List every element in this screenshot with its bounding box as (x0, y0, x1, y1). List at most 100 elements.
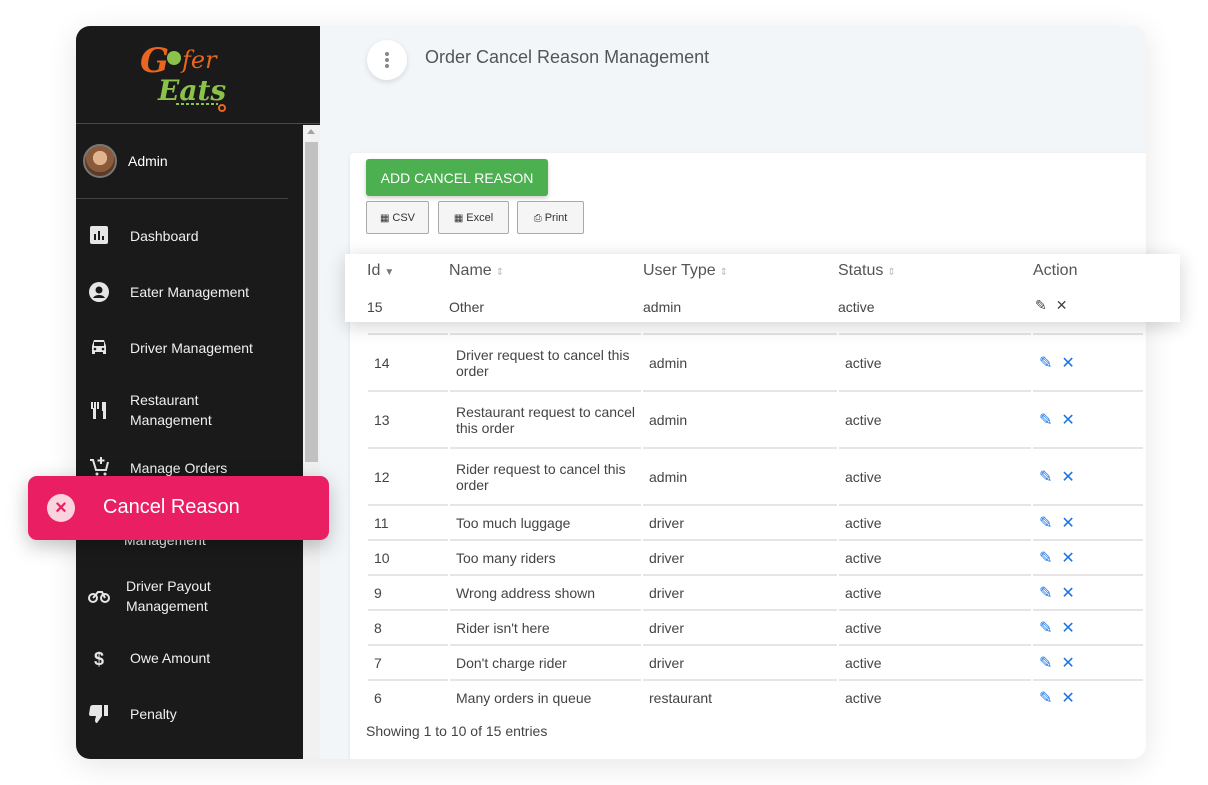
scroll-up-arrow-icon[interactable] (307, 129, 315, 134)
bike-icon (88, 586, 110, 608)
edit-icon[interactable]: ✎ (1039, 688, 1052, 708)
column-header-user-type[interactable]: User Type ⇕ (643, 262, 728, 280)
cell-status: active (839, 333, 1031, 390)
sidebar-item-eater-management[interactable]: Eater Management (76, 282, 303, 306)
cell-status: active (839, 644, 1031, 679)
cell-name: Rider request to cancel this order (450, 447, 641, 504)
edit-icon[interactable]: ✎ (1039, 583, 1052, 603)
sidebar-item-label: Eater Management (130, 284, 250, 300)
user-profile[interactable]: Admin (76, 125, 288, 199)
cell-status: active (839, 504, 1031, 539)
delete-icon[interactable]: ✕ (1061, 690, 1074, 707)
edit-icon[interactable]: ✎ (1039, 467, 1052, 487)
cell-action: ✎ ✕ (1035, 297, 1067, 314)
sidebar-item-label: Penalty (130, 706, 177, 722)
table-row: 11 Too much luggage driver active ✎ ✕ (368, 504, 1143, 539)
bar-chart-icon (88, 226, 110, 248)
sidebar-item-driver-payout-management[interactable]: Driver Payout Management (76, 576, 303, 618)
excel-label: Excel (466, 211, 494, 224)
table-row: 8 Rider isn't here driver active ✎ ✕ (368, 609, 1143, 644)
cell-id: 9 (368, 574, 448, 609)
cell-name: Too much luggage (450, 504, 641, 539)
cell-action: ✎ ✕ (1033, 609, 1143, 644)
sidebar-item-label: Dashboard (130, 228, 199, 244)
edit-icon[interactable]: ✎ (1039, 618, 1052, 638)
cell-action: ✎ ✕ (1033, 644, 1143, 679)
sidebar-item-label: Driver Payout Management (126, 578, 211, 614)
sidebar-item-cancel-reason[interactable]: × Cancel Reason (28, 476, 329, 540)
cell-status: active (839, 539, 1031, 574)
print-button[interactable]: ⎙ Print (517, 201, 584, 234)
app-window: G fer Eats Admin Dashboard Eater Managem… (76, 26, 1146, 759)
delete-icon[interactable]: ✕ (1056, 297, 1068, 313)
add-cancel-reason-button[interactable]: ADD CANCEL REASON (366, 159, 548, 196)
sidebar-item-label: Manage Orders (130, 460, 228, 476)
cell-name: Other (449, 299, 485, 315)
table-row: 12 Rider request to cancel this order ad… (368, 447, 1143, 504)
sidebar-item-dashboard[interactable]: Dashboard (76, 226, 303, 250)
file-excel-icon: ▦ (453, 212, 464, 224)
column-label: Status (838, 262, 884, 279)
dot (385, 64, 389, 68)
delete-icon[interactable]: ✕ (1061, 585, 1074, 602)
gofer-eats-logo-icon: G fer Eats (140, 41, 226, 112)
delete-icon[interactable]: ✕ (1061, 412, 1074, 429)
edit-icon[interactable]: ✎ (1039, 513, 1052, 533)
svg-text:fer: fer (180, 46, 218, 74)
sidebar-item-restaurant-management[interactable]: Restaurant Management (76, 390, 303, 432)
scrollbar-thumb[interactable] (305, 142, 318, 462)
sort-icon: ⇕ (495, 267, 505, 278)
edit-icon[interactable]: ✎ (1039, 410, 1052, 430)
delete-icon[interactable]: ✕ (1061, 355, 1074, 372)
column-header-action: Action (1033, 262, 1078, 279)
column-header-name[interactable]: Name ⇕ (449, 262, 504, 280)
edit-icon[interactable]: ✎ (1039, 353, 1052, 373)
more-menu-button[interactable] (367, 40, 407, 80)
dot (385, 52, 389, 56)
cart-add-icon (88, 456, 110, 478)
cell-action: ✎ ✕ (1033, 679, 1143, 714)
sidebar-item-owe-amount[interactable]: $ Owe Amount (76, 648, 303, 672)
cell-name: Restaurant request to cancel this order (450, 390, 641, 447)
cell-id: 7 (368, 644, 448, 679)
cell-status: active (839, 609, 1031, 644)
export-csv-button[interactable]: ▦ CSV (366, 201, 429, 234)
sidebar-item-penalty[interactable]: Penalty (76, 704, 303, 728)
column-header-id[interactable]: Id ▼ (367, 262, 394, 280)
print-icon: ⎙ (533, 212, 542, 224)
cell-id: 13 (368, 390, 448, 447)
cell-name: Many orders in queue (450, 679, 641, 714)
column-header-status[interactable]: Status ⇕ (838, 262, 896, 280)
dot (385, 58, 389, 62)
cancel-reason-card: ADD CANCEL REASON ▦ CSV ▦ Excel ⎙ Print 14 … (350, 153, 1146, 759)
export-excel-button[interactable]: ▦ Excel (438, 201, 509, 234)
print-label: Print (544, 211, 568, 224)
delete-icon[interactable]: ✕ (1061, 515, 1074, 532)
cell-id: 10 (368, 539, 448, 574)
cell-action: ✎ ✕ (1033, 504, 1143, 539)
cell-status: active (839, 679, 1031, 714)
edit-icon[interactable]: ✎ (1039, 653, 1052, 673)
sidebar-item-label: Restaurant Management (130, 392, 212, 428)
cell-action: ✎ ✕ (1033, 333, 1143, 390)
cell-name: Wrong address shown (450, 574, 641, 609)
cell-id: 14 (368, 333, 448, 390)
thumb-down-icon (88, 704, 110, 726)
delete-icon[interactable]: ✕ (1061, 655, 1074, 672)
edit-icon[interactable]: ✎ (1039, 548, 1052, 568)
restaurant-icon (88, 400, 110, 422)
cell-user-type: driver (643, 644, 837, 679)
table-row: 14 Driver request to cancel this order a… (368, 333, 1143, 390)
delete-icon[interactable]: ✕ (1061, 620, 1074, 637)
cell-id: 11 (368, 504, 448, 539)
sidebar-item-label: Owe Amount (130, 650, 211, 666)
delete-icon[interactable]: ✕ (1061, 469, 1074, 486)
cell-user-type: admin (643, 447, 837, 504)
table-row: 6 Many orders in queue restaurant active… (368, 679, 1143, 714)
file-excel-icon: ▦ (379, 212, 390, 224)
avatar (83, 144, 117, 178)
sidebar-item-driver-management[interactable]: Driver Management (76, 338, 303, 362)
edit-icon[interactable]: ✎ (1035, 297, 1047, 314)
delete-icon[interactable]: ✕ (1061, 550, 1074, 567)
sidebar-scrollbar[interactable] (303, 125, 320, 759)
